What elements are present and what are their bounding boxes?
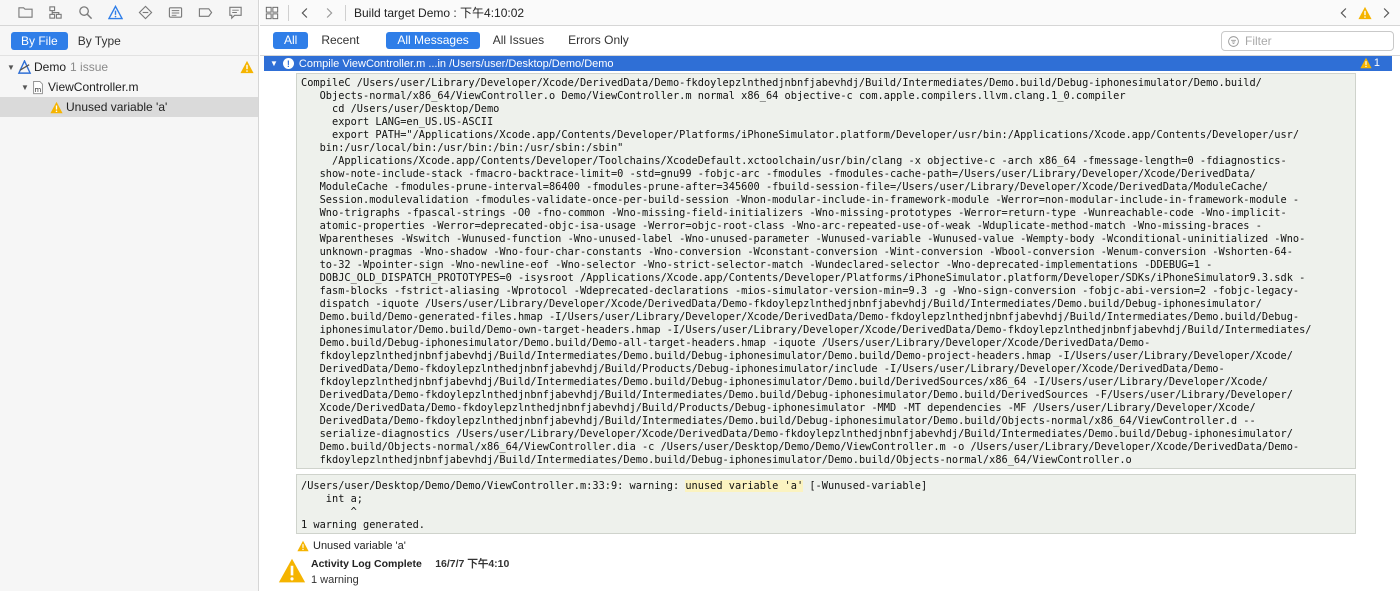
speech-bubble-icon [228,6,242,20]
warning-badge-icon: ! [282,58,294,69]
warning-triangle-icon [107,5,123,20]
debug-navigator-tab[interactable] [160,0,190,26]
breakpoint-navigator-tab[interactable] [190,0,220,26]
caret-line: ^ [301,506,357,518]
large-warning-icon [278,558,306,583]
tree-row-project[interactable]: ▼ Demo 1 issue [0,57,258,77]
gauge-icon [168,7,182,18]
all-issues-button[interactable]: All Issues [482,32,555,49]
svg-text:m: m [35,85,42,93]
project-issue-count: 1 issue [70,60,109,74]
navigator-scope-bar: By File By Type [0,26,258,56]
search-icon [78,6,92,20]
issue-indicator[interactable] [1356,0,1374,26]
issue-navigator-tab[interactable] [100,0,130,26]
jump-bar: Build target Demo : 下午4:10:02 [260,0,1400,26]
filter-input[interactable] [1245,34,1385,48]
back-button[interactable] [293,0,317,26]
activity-warning-count: 1 warning [311,574,359,586]
related-items-button[interactable] [260,0,284,26]
chevron-right-icon [1383,8,1390,18]
report-navigator-tab[interactable] [220,0,250,26]
compiler-output: /Users/user/Desktop/Demo/Demo/ViewContro… [296,474,1356,534]
chevron-right-icon [326,7,333,18]
build-log: ▼ ! Compile ViewController.m ...in /User… [260,56,1400,591]
command-transcript: CompileC /Users/user/Library/Developer/X… [296,73,1356,469]
issue-summary-row[interactable]: Unused variable 'a' [297,540,406,552]
activity-text: Activity Log Complete 16/7/7 下午4:10 1 wa… [311,556,509,586]
find-navigator-tab[interactable] [70,0,100,26]
jump-bar-right-controls [1332,0,1398,26]
issue-navigator: By File By Type ▼ Demo 1 issue ▼ m ViewC… [0,0,259,591]
file-name: ViewController.m [48,80,139,94]
warning-icon [1358,6,1372,20]
warning-flag: [-Wunused-variable] [803,480,928,492]
disclosure-triangle-icon[interactable]: ▼ [6,62,16,72]
xcode-app-icon [16,59,32,75]
test-navigator-tab[interactable] [130,0,160,26]
jump-bar-title[interactable]: Build target Demo : 下午4:10:02 [354,4,524,21]
recent-builds-button[interactable]: Recent [310,32,370,49]
log-step-title: Compile ViewController.m ...in /Users/us… [298,57,614,70]
log-filter-bar: All Recent All Messages All Issues Error… [260,26,1400,56]
tree-row-issue[interactable]: Unused variable 'a' [0,97,258,117]
forward-button[interactable] [317,0,341,26]
warning-icon [240,60,254,77]
errors-only-button[interactable]: Errors Only [557,32,640,49]
breakpoint-icon [198,8,212,17]
warning-message-highlight: unused variable 'a' [685,480,804,492]
issue-summary-text: Unused variable 'a' [313,540,406,552]
next-issue-button[interactable] [1374,0,1398,26]
grid-icon [265,6,279,19]
filter-icon [1228,35,1239,47]
issue-text: Unused variable 'a' [66,100,168,114]
symbol-navigator-tab[interactable] [40,0,70,26]
divider [345,4,346,21]
navigator-toolbar [0,0,258,26]
log-step-header[interactable]: ▼ ! Compile ViewController.m ...in /User… [264,56,1392,71]
objc-file-icon: m [30,79,46,95]
warning-location: /Users/user/Desktop/Demo/Demo/ViewContro… [301,480,686,492]
issue-tree: ▼ Demo 1 issue ▼ m ViewController.m Unus… [0,56,258,117]
all-builds-button[interactable]: All [273,32,309,49]
divider [288,4,289,21]
warning-count: 1 [1373,57,1380,69]
activity-date: 16/7/7 下午4:10 [435,558,510,570]
filter-field[interactable] [1221,31,1394,51]
by-file-button[interactable]: By File [11,31,68,50]
hierarchy-icon [48,6,62,19]
disclosure-triangle-icon[interactable]: ▼ [20,82,30,92]
diamond-icon [138,5,152,20]
project-name: Demo [34,60,67,74]
warning-summary: 1 warning generated. [301,519,425,531]
by-type-button[interactable]: By Type [68,32,131,50]
activity-log-status: Activity Log Complete 16/7/7 下午4:10 1 wa… [278,556,509,586]
chevron-left-icon [1340,8,1347,18]
compiler-output-text: /Users/user/Desktop/Demo/Demo/ViewContro… [297,475,1355,532]
disclosure-triangle-icon[interactable]: ▼ [270,59,278,68]
warning-icon [48,99,64,115]
source-code-line: int a; [301,493,363,505]
command-text: CompileC /Users/user/Library/Developer/X… [301,77,1312,466]
chevron-left-icon [301,7,308,18]
project-navigator-tab[interactable] [10,0,40,26]
activity-title: Activity Log Complete [311,558,422,570]
folder-icon [17,7,33,18]
log-step-warning-count: 1 [1360,57,1380,69]
tree-row-file[interactable]: ▼ m ViewController.m [0,77,258,97]
warning-icon [297,540,309,552]
warning-icon [1360,57,1372,69]
all-messages-button[interactable]: All Messages [386,32,480,49]
previous-issue-button[interactable] [1332,0,1356,26]
